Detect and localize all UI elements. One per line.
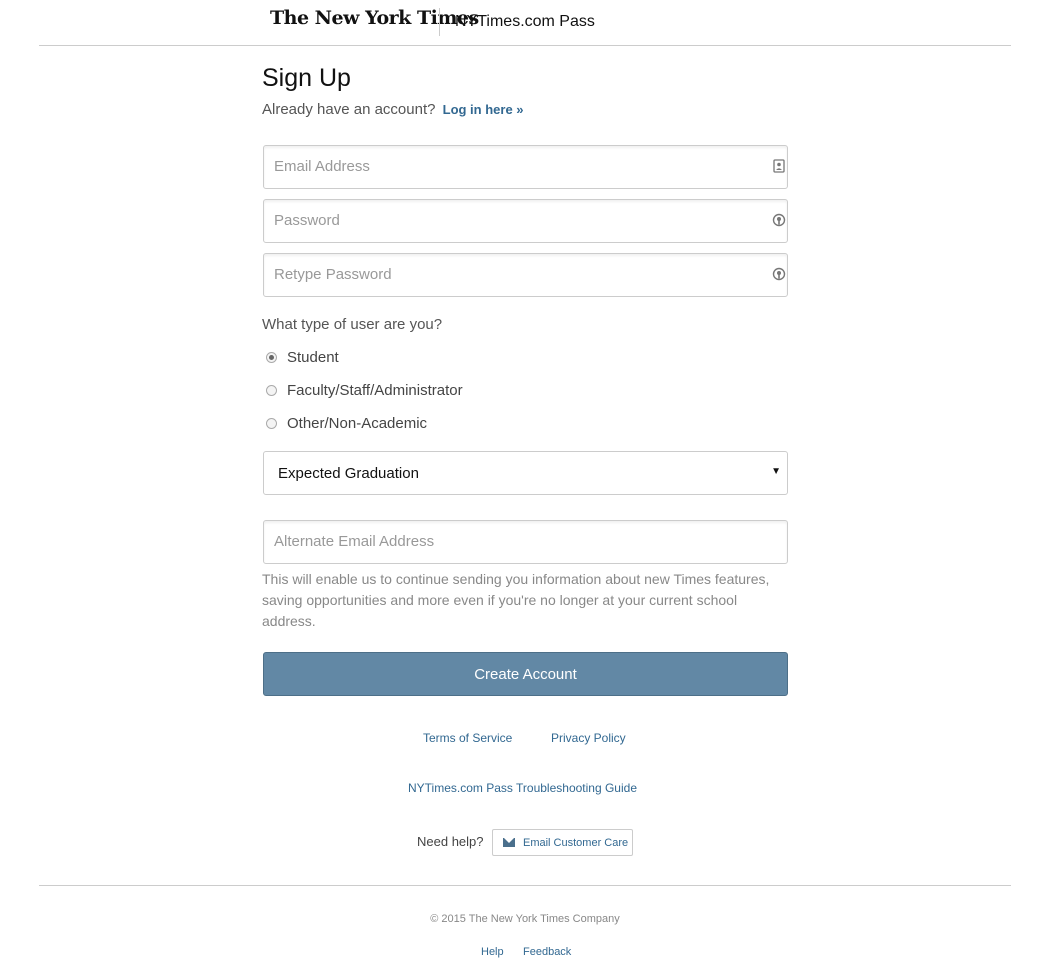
account-prompt-text: Already have an account? bbox=[262, 101, 436, 118]
envelope-icon bbox=[503, 838, 515, 847]
email-customer-care-label: Email Customer Care bbox=[523, 837, 629, 849]
terms-of-service-link[interactable]: Terms of Service bbox=[423, 731, 512, 745]
header-divider bbox=[439, 8, 440, 36]
radio-student[interactable]: Student bbox=[266, 349, 339, 366]
copyright: © 2015 The New York Times Company bbox=[430, 913, 620, 925]
header-rule bbox=[39, 45, 1011, 46]
alternate-email-help: This will enable us to continue sending … bbox=[262, 571, 770, 629]
contact-card-icon bbox=[773, 159, 785, 173]
user-type-question: What type of user are you? bbox=[262, 316, 443, 333]
key-icon bbox=[772, 267, 786, 281]
alternate-email-field[interactable] bbox=[264, 521, 764, 561]
radio-label: Other/Non-Academic bbox=[287, 415, 428, 432]
key-icon bbox=[772, 213, 786, 227]
footer-rule bbox=[39, 885, 1011, 886]
email-field-wrapper bbox=[263, 145, 788, 189]
radio-button[interactable] bbox=[266, 352, 277, 363]
troubleshooting-guide-link[interactable]: NYTimes.com Pass Troubleshooting Guide bbox=[408, 781, 637, 795]
create-account-button[interactable]: Create Account bbox=[263, 652, 788, 696]
radio-button[interactable] bbox=[266, 418, 277, 429]
alternate-email-field-wrapper bbox=[263, 520, 788, 564]
need-help-label: Need help? bbox=[417, 834, 484, 849]
radio-label: Student bbox=[287, 349, 339, 366]
retype-password-field-wrapper bbox=[263, 253, 788, 297]
password-field[interactable] bbox=[264, 200, 764, 240]
footer-feedback-link[interactable]: Feedback bbox=[523, 946, 571, 958]
email-field[interactable] bbox=[264, 146, 764, 186]
login-prompt: Already have an account? Log in here » bbox=[262, 101, 524, 118]
site-header: The New York Times NYTimes.com Pass bbox=[0, 0, 1058, 46]
chevron-down-icon: ▼ bbox=[771, 466, 781, 477]
radio-label: Faculty/Staff/Administrator bbox=[287, 382, 463, 399]
nyt-logo[interactable]: The New York Times bbox=[270, 7, 479, 29]
privacy-policy-link[interactable]: Privacy Policy bbox=[551, 731, 626, 745]
radio-faculty[interactable]: Faculty/Staff/Administrator bbox=[266, 382, 463, 399]
product-title: NYTimes.com Pass bbox=[455, 13, 595, 30]
password-field-wrapper bbox=[263, 199, 788, 243]
radio-other[interactable]: Other/Non-Academic bbox=[266, 415, 427, 432]
radio-button[interactable] bbox=[266, 385, 277, 396]
page-title: Sign Up bbox=[262, 64, 351, 92]
retype-password-field[interactable] bbox=[264, 254, 764, 294]
footer-help-link[interactable]: Help bbox=[481, 946, 504, 958]
email-customer-care-button[interactable]: Email Customer Care bbox=[492, 829, 633, 856]
graduation-select[interactable]: Expected Graduation ▼ bbox=[263, 451, 788, 495]
graduation-select-value: Expected Graduation bbox=[278, 465, 419, 482]
login-link[interactable]: Log in here » bbox=[443, 102, 524, 117]
